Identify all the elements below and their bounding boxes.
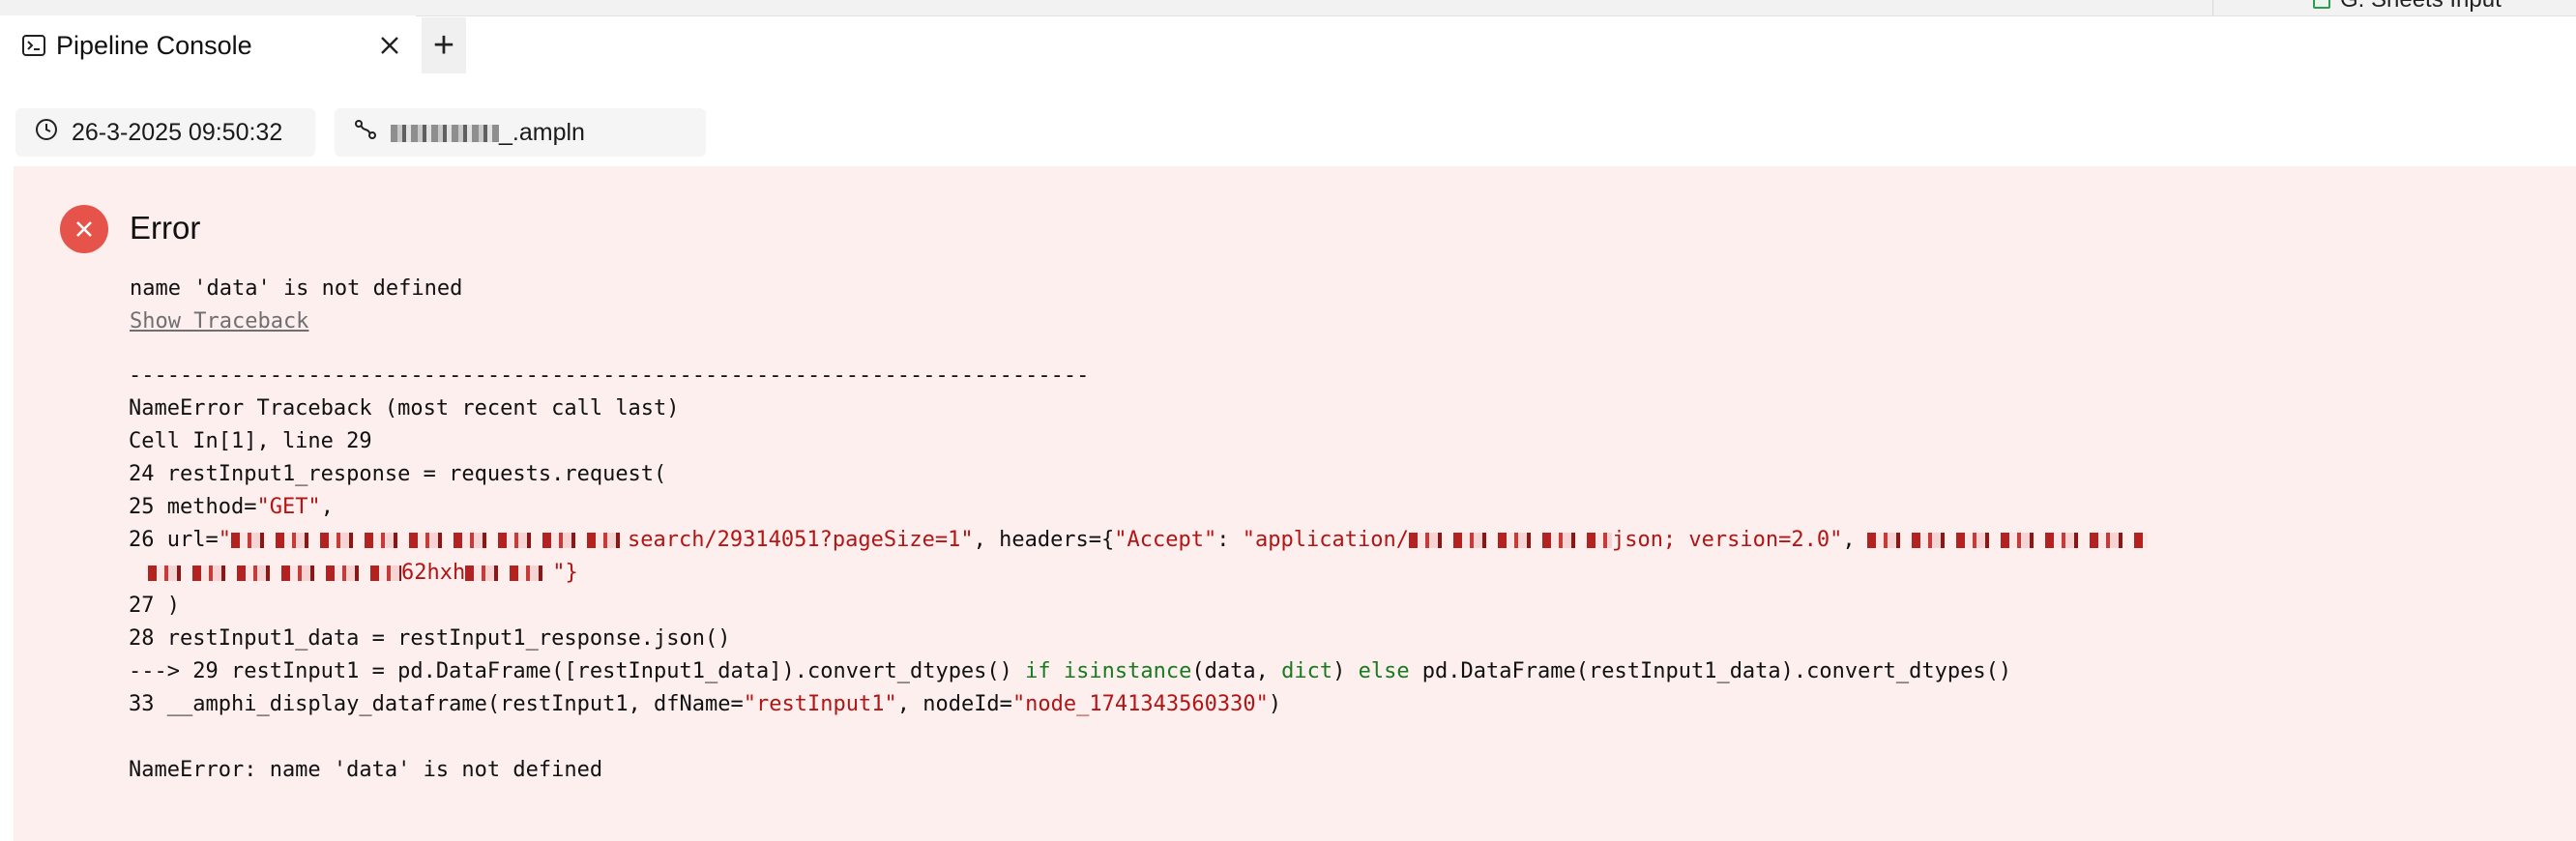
traceback-header: NameError Traceback (most recent call la… <box>129 396 680 420</box>
close-tab-button[interactable] <box>373 29 406 62</box>
tab-pipeline-console[interactable]: Pipeline Console <box>0 15 416 75</box>
code-line-24: 24 restInput1_response = requests.reques… <box>129 462 667 486</box>
traceback-final-error: NameError: name 'data' is not defined <box>129 758 603 782</box>
pipeline-file-chip[interactable]: _.ampln <box>335 108 706 157</box>
panel-divider <box>2212 0 2213 15</box>
close-circle-icon <box>60 205 108 253</box>
close-icon <box>381 37 398 54</box>
top-strip <box>0 0 2576 16</box>
code-line-33: 33 __amphi_display_dataframe(restInput1,… <box>129 692 1282 716</box>
redacted-text <box>148 566 401 581</box>
pipeline-icon <box>354 118 377 148</box>
code-line-27: 27 ) <box>129 594 180 618</box>
component-label: G. Sheets Input <box>2340 0 2502 14</box>
sheet-icon <box>2313 0 2330 9</box>
error-message: name 'data' is not defined <box>130 276 463 301</box>
run-metadata: 26-3-2025 09:50:32 _.ampln <box>0 108 2576 159</box>
timestamp-chip: 26-3-2025 09:50:32 <box>15 108 315 157</box>
code-line-28: 28 restInput1_data = restInput1_response… <box>129 626 731 651</box>
pipeline-file-name: _.ampln <box>391 119 585 147</box>
redacted-text <box>230 533 628 548</box>
console-tabbar: Pipeline Console + <box>0 15 2576 77</box>
code-line-25: 25 method="GET", <box>129 495 334 519</box>
redacted-text <box>1866 533 2148 548</box>
component-list-item[interactable]: G. Sheets Input <box>2313 0 2502 14</box>
error-title: Error <box>130 210 201 246</box>
traceback-output: ----------------------------------------… <box>129 360 2148 787</box>
redacted-text <box>391 124 499 142</box>
clock-icon <box>35 118 58 148</box>
add-tab-button[interactable]: + <box>422 17 466 73</box>
error-panel: Error name 'data' is not defined Show Tr… <box>14 166 2576 841</box>
traceback-separator: ----------------------------------------… <box>129 363 1090 388</box>
code-line-26-cont: 62hxh "} <box>129 557 2148 590</box>
redacted-text <box>1408 533 1612 548</box>
redacted-text <box>465 566 553 581</box>
terminal-icon <box>21 33 46 58</box>
traceback-cell: Cell In[1], line 29 <box>129 429 372 453</box>
tab-title: Pipeline Console <box>56 30 252 60</box>
code-line-26: 26 url=" search/29314051?pageSize=1", hea… <box>129 524 2148 557</box>
show-traceback-link[interactable]: Show Traceback <box>130 309 308 334</box>
code-line-29: ---> 29 restInput1 = pd.DataFrame([restI… <box>129 659 2012 683</box>
timestamp-text: 26-3-2025 09:50:32 <box>72 118 283 146</box>
